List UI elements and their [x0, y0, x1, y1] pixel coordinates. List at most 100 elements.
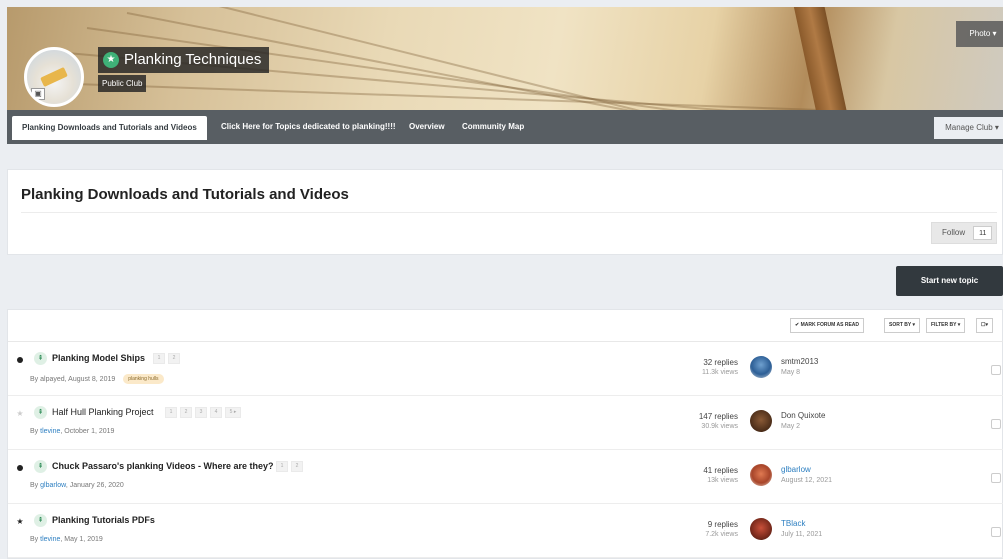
topic-title[interactable]: Chuck Passaro's planking Videos - Where …	[52, 461, 274, 471]
tab-planking-topics[interactable]: Click Here for Topics dedicated to plank…	[221, 110, 396, 144]
topic-title[interactable]: Half Hull Planking Project	[52, 407, 154, 417]
topic-meta: By alpayed, August 8, 2019 planking hull…	[30, 374, 164, 384]
page-link[interactable]: 3	[195, 407, 207, 418]
photo-button[interactable]: Photo ▾	[956, 21, 1003, 47]
avatar[interactable]	[750, 518, 772, 540]
change-photo-icon[interactable]: ▣	[31, 88, 45, 100]
avatar[interactable]	[750, 464, 772, 486]
last-post-date[interactable]: May 8	[781, 369, 800, 376]
star-icon: ★	[103, 52, 119, 68]
page-link[interactable]: 5 ▸	[225, 407, 241, 418]
club-cover: ▣ ★ Planking Techniques Public Club Phot…	[7, 7, 1003, 110]
reply-count: 147 replies	[698, 412, 738, 421]
topic-pagination: 1 2 3 4 5 ▸	[165, 407, 241, 418]
tab-community-map[interactable]: Community Map	[462, 110, 524, 144]
avatar[interactable]	[750, 356, 772, 378]
topic-stats: 9 replies 7.2k views	[705, 520, 738, 538]
club-title-text: Planking Techniques	[124, 51, 262, 68]
page-link[interactable]: 2	[291, 461, 303, 472]
select-checkbox[interactable]	[991, 365, 1001, 375]
topic-toolbar: ✔ MARK FORUM AS READ SORT BY ▾ FILTER BY…	[8, 310, 1003, 342]
view-count: 11.3k views	[701, 369, 738, 376]
by-label: By	[30, 375, 41, 383]
topic-author[interactable]: tlevine	[40, 428, 60, 435]
table-row: ⇞ Planking Model Ships 1 2 By alpayed, A…	[8, 342, 1003, 396]
topic-date: , January 26, 2020	[65, 482, 124, 489]
by-label: By	[30, 482, 41, 489]
unread-dot-icon	[15, 355, 25, 365]
avatar[interactable]	[750, 410, 772, 432]
select-checkbox[interactable]	[991, 473, 1001, 483]
sort-by-button[interactable]: SORT BY ▾	[884, 318, 921, 333]
last-post-date[interactable]: August 12, 2021	[781, 477, 832, 484]
club-type: Public Club	[98, 75, 147, 92]
pin-icon: ⇞	[34, 406, 47, 419]
pin-icon: ⇞	[34, 514, 47, 527]
star-icon: ★	[16, 409, 24, 418]
topic-pagination: 1 2	[153, 353, 180, 364]
page-link[interactable]: 1	[276, 461, 288, 472]
forum-header: Planking Downloads and Tutorials and Vid…	[7, 169, 1003, 255]
topic-author[interactable]: tlevine	[40, 536, 60, 543]
page-link[interactable]: 2	[168, 353, 180, 364]
mark-forum-read-button[interactable]: ✔ MARK FORUM AS READ	[790, 318, 865, 333]
view-count: 7.2k views	[705, 531, 738, 538]
view-count: 13k views	[707, 477, 738, 484]
reply-count: 41 replies	[703, 466, 738, 475]
topic-author[interactable]: glbarlow	[40, 482, 66, 489]
topic-meta: By tlevine, October 1, 2019	[30, 428, 114, 435]
select-checkbox[interactable]	[991, 419, 1001, 429]
last-poster[interactable]: glbarlow	[781, 465, 811, 474]
last-poster[interactable]: smtm2013	[781, 357, 818, 366]
page-title: Planking Downloads and Tutorials and Vid…	[21, 186, 349, 203]
divider	[21, 212, 997, 213]
last-poster[interactable]: TBlack	[781, 519, 805, 528]
manage-club-button[interactable]: Manage Club ▾	[934, 117, 1003, 139]
topic-author[interactable]: alpayed	[40, 376, 65, 383]
topic-tag[interactable]: planking hulls	[123, 374, 164, 384]
topic-meta: By tlevine, May 1, 2019	[30, 536, 103, 543]
page-link[interactable]: 2	[180, 407, 192, 418]
last-post-date[interactable]: May 2	[781, 423, 800, 430]
start-new-topic-button[interactable]: Start new topic	[896, 266, 1003, 296]
page-link[interactable]: 1	[165, 407, 177, 418]
follow-button[interactable]: Follow 11	[931, 222, 998, 244]
select-topics-button[interactable]: ☐▾	[976, 318, 993, 333]
topic-stats: 41 replies 13k views	[703, 466, 738, 484]
table-row: ★ ⇞ Half Hull Planking Project 1 2 3 4 5…	[8, 396, 1003, 450]
page-link[interactable]: 4	[210, 407, 222, 418]
topic-date: , August 8, 2019	[64, 375, 116, 383]
tab-overview[interactable]: Overview	[409, 110, 445, 144]
topic-stats: 32 replies 11.3k views	[702, 358, 738, 376]
topic-date: , May 1, 2019	[60, 536, 103, 543]
follow-label: Follow	[942, 228, 966, 237]
club-title: ★ Planking Techniques	[98, 47, 270, 73]
topic-title[interactable]: Planking Tutorials PDFs	[52, 515, 155, 525]
topic-meta: By glbarlow, January 26, 2020	[30, 482, 124, 489]
topic-title[interactable]: Planking Model Ships	[52, 353, 145, 363]
select-checkbox[interactable]	[991, 527, 1001, 537]
topic-stats: 147 replies 30.9k views	[699, 412, 738, 430]
unread-dot-icon	[15, 463, 25, 473]
club-avatar[interactable]: ▣	[24, 47, 84, 107]
filter-by-button[interactable]: FILTER BY ▾	[926, 318, 966, 333]
last-poster[interactable]: Don Quixote	[781, 411, 825, 420]
club-nav: Planking Downloads and Tutorials and Vid…	[7, 110, 1003, 144]
topic-list: ✔ MARK FORUM AS READ SORT BY ▾ FILTER BY…	[7, 309, 1003, 559]
table-row: ⇞ Chuck Passaro's planking Videos - Wher…	[8, 450, 1003, 504]
follower-count: 11	[973, 226, 993, 240]
star-icon: ★	[16, 517, 24, 526]
reply-count: 32 replies	[703, 358, 738, 367]
topic-pagination: 1 2	[276, 461, 303, 472]
by-label: By	[30, 428, 41, 435]
table-row: ★ ⇞ Planking Tutorials PDFs By tlevine, …	[8, 504, 1003, 558]
pin-icon: ⇞	[34, 460, 47, 473]
tab-downloads-tutorials[interactable]: Planking Downloads and Tutorials and Vid…	[12, 116, 207, 140]
view-count: 30.9k views	[701, 423, 738, 430]
page-link[interactable]: 1	[153, 353, 165, 364]
last-post-date[interactable]: July 11, 2021	[781, 531, 822, 538]
by-label: By	[30, 536, 41, 543]
topic-date: , October 1, 2019	[60, 428, 115, 435]
pin-icon: ⇞	[34, 352, 47, 365]
reply-count: 9 replies	[707, 520, 738, 529]
